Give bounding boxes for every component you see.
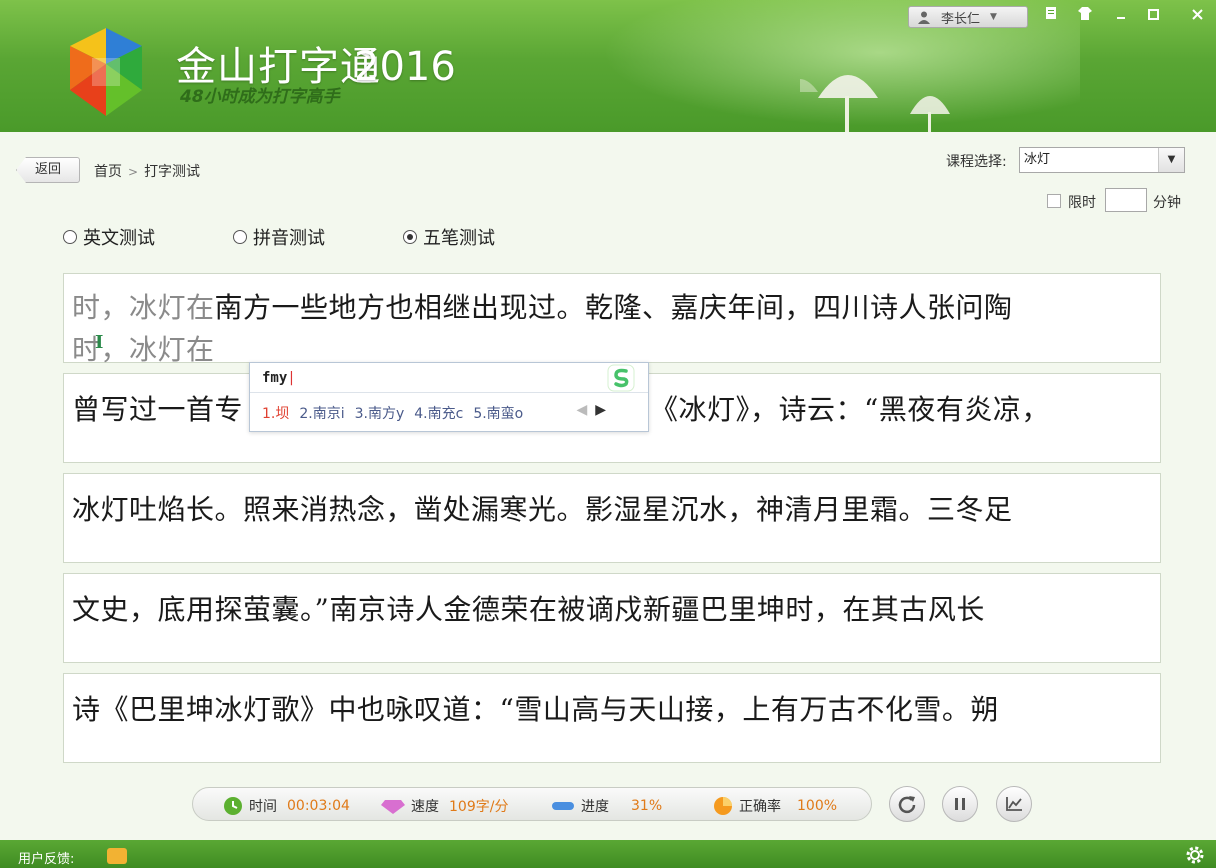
stat-speed: 速度 109字/分 [381,796,508,816]
app-year: 2016 [354,44,456,90]
passage-line-box: 诗《巴里坤冰灯歌》中也咏叹道：“雪山高与天山接，上有万古不化雪。朔 [63,673,1161,763]
pause-button[interactable] [942,786,978,822]
ime-prev-page-icon[interactable]: ◀ [576,402,587,418]
skin-shirt-icon[interactable] [1074,5,1096,27]
minimize-icon[interactable] [1110,5,1132,27]
ime-candidate[interactable]: 3.南方y [355,403,405,423]
restart-button[interactable] [889,786,925,822]
time-limit-checkbox[interactable] [1047,194,1061,208]
breadcrumb-home[interactable]: 首页 [94,164,122,180]
mushroom-decoration [800,75,950,132]
breadcrumb-current: 打字测试 [144,164,201,180]
ime-candidate-popup: fmy 1.坝 2.南京i 3.南方y 4.南充c 5.南蛮o ◀▶ [249,362,649,432]
stat-time-value: 00:03:04 [287,798,350,814]
pause-icon [955,798,965,810]
chevron-down-icon: ▼ [990,12,997,22]
text-cursor-icon: I [95,332,104,353]
passage-line: 文史，底用探萤囊。”南京诗人金德荣在被谪戍新疆巴里坤时，在其古风长 [72,593,985,626]
clock-icon [224,797,242,815]
stat-speed-value: 109字/分 [449,799,509,815]
radio-english-test[interactable]: 英文测试 [63,224,155,250]
passage-line-box: 冰灯吐焰长。照来消热念，凿处漏寒光。影湿星沉水，神清月里霜。三冬足 [63,473,1161,563]
ime-next-page-icon[interactable]: ▶ [595,402,606,418]
sogou-ime-icon [607,364,635,392]
passage-line-suffix: 《冰灯》，诗云：“黑夜有炎凉， [650,388,1050,428]
ime-candidate[interactable]: 4.南充c [414,403,463,423]
maximize-icon[interactable] [1142,5,1164,27]
app-subtitle: 48小时成为打字高手 [180,87,340,107]
ime-candidate[interactable]: 5.南蛮o [473,403,523,423]
app-header: 金山打字通 2016 48小时成为打字高手 李长仁 ▼ [0,0,1216,132]
passage-line: 曾写过一首专 [72,388,243,428]
document-icon[interactable] [1040,5,1062,27]
stat-progress: 进度 31% [551,796,662,816]
stat-time-label: 时间 [249,799,277,815]
gear-icon[interactable] [1184,844,1206,866]
stat-accuracy: 正确率 100% [713,796,837,816]
ime-candidate[interactable]: 2.南京i [299,403,344,423]
app-logo [70,28,142,116]
stat-accuracy-value: 100% [797,798,838,814]
stat-progress-value: 31% [631,798,663,814]
typed-text: 时，冰灯在 [72,291,215,324]
radio-wubi-test[interactable]: 五笔测试 [403,224,495,250]
typing-input-line[interactable]: 时，冰灯在 [72,328,215,368]
radio-button[interactable] [233,230,247,244]
radio-pinyin-test[interactable]: 拼音测试 [233,224,325,250]
feedback-label: 用户反馈: [18,852,75,867]
course-selected-value: 冰灯 [1024,152,1051,167]
time-limit-unit: 分钟 [1153,195,1181,211]
ime-divider [250,392,648,393]
passage-line-prefix: 曾写过一首专 [72,393,244,426]
radio-label: 五笔测试 [423,228,495,249]
remaining-text: 南方一些地方也相继出现过。乾隆、嘉庆年间，四川诗人张问陶 [214,291,1013,324]
user-icon [918,11,930,24]
stat-speed-label: 速度 [411,799,439,815]
progress-icon [552,802,574,810]
radio-label: 英文测试 [83,228,155,249]
passage-line-box: 文史，底用探萤囊。”南京诗人金德荣在被谪戍新疆巴里坤时，在其古风长 [63,573,1161,663]
ime-candidate[interactable]: 1.坝 [262,403,289,423]
radio-label: 拼音测试 [253,228,325,249]
user-name: 李长仁 [941,11,981,27]
app-footer: 用户反馈: [0,840,1216,868]
passage-line: 时，冰灯在南方一些地方也相继出现过。乾隆、嘉庆年间，四川诗人张问陶 [72,286,1013,326]
radio-button[interactable] [63,230,77,244]
close-icon[interactable] [1186,5,1208,27]
restart-icon [898,796,916,814]
time-limit-input[interactable] [1105,188,1147,212]
stats-bar: 时间 00:03:04 速度 109字/分 进度 31% 正确率 100% [192,787,872,821]
dropdown-arrow-icon[interactable]: ▼ [1158,148,1184,172]
line-chart-icon [1006,797,1022,811]
diamond-icon [381,800,405,814]
course-select[interactable]: 冰灯 ▼ [1019,147,1185,173]
time-limit-label: 限时 [1068,195,1096,211]
passage-line-box: 时，冰灯在南方一些地方也相继出现过。乾隆、嘉庆年间，四川诗人张问陶 时，冰灯在 [63,273,1161,366]
stat-time: 时间 00:03:04 [223,796,350,816]
stat-accuracy-label: 正确率 [739,799,781,815]
passage-line: 冰灯吐焰长。照来消热念，凿处漏寒光。影湿星沉水，神清月里霜。三冬足 [72,493,1013,526]
chat-bubble-icon[interactable] [107,848,127,864]
breadcrumb: 首页 > 打字测试 [94,161,200,181]
statistics-button[interactable] [996,786,1032,822]
ime-input-code: fmy [262,370,296,386]
passage-line: 诗《巴里坤冰灯歌》中也咏叹道：“雪山高与天山接，上有万古不化雪。朔 [72,693,999,726]
user-account-menu[interactable]: 李长仁 ▼ [908,6,1028,28]
ime-candidate-list: 1.坝 2.南京i 3.南方y 4.南充c 5.南蛮o [262,403,523,423]
course-label: 课程选择: [946,154,1007,170]
back-button[interactable]: 返回 [16,157,80,183]
radio-button-selected[interactable] [403,230,417,244]
ime-page-arrows: ◀ ▶ [576,402,606,418]
pie-chart-icon [714,797,732,815]
breadcrumb-separator: > [128,165,139,179]
stat-progress-label: 进度 [581,799,609,815]
passage-line-suffix-text: 《冰灯》，诗云：“黑夜有炎凉， [650,393,1050,426]
